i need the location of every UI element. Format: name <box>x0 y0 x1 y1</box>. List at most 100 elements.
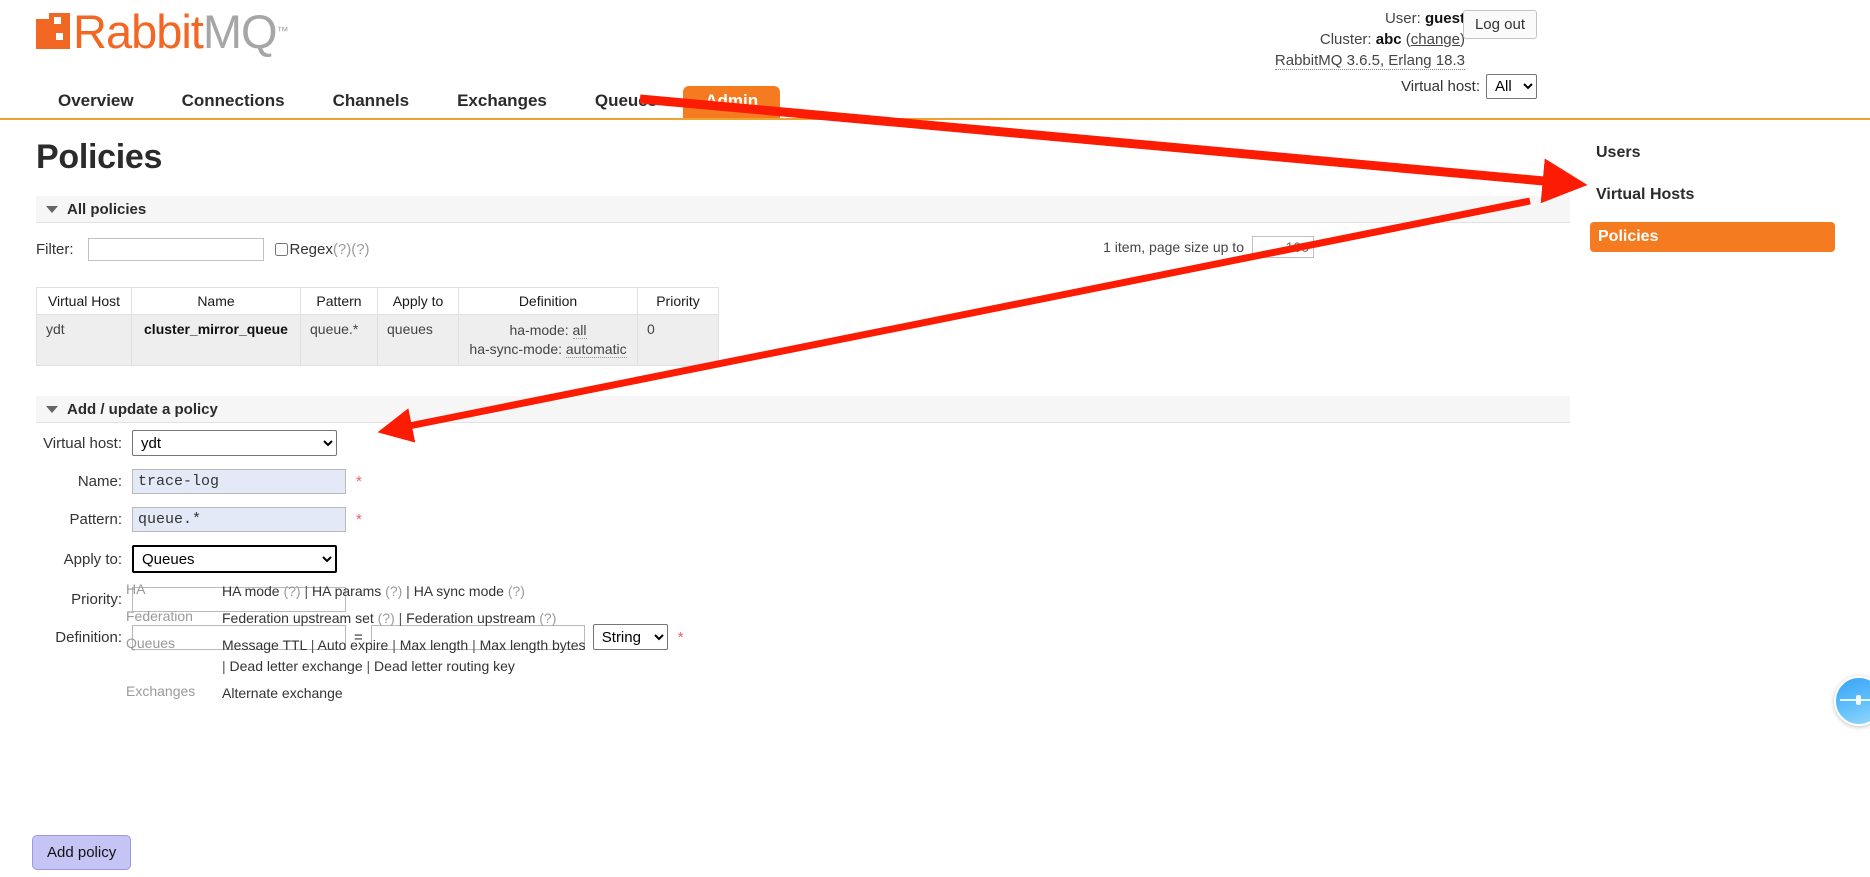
col-virtual-host[interactable]: Virtual Host <box>36 287 132 315</box>
sidebar-item-policies[interactable]: Policies <box>1590 222 1835 252</box>
regex-help-icon-1[interactable]: (?) <box>333 241 351 258</box>
helper-category: Queues <box>126 635 176 651</box>
log-out-button[interactable]: Log out <box>1462 10 1537 39</box>
helper-link[interactable]: Message TTL <box>222 637 307 653</box>
user-name: guest <box>1424 10 1465 27</box>
helper-separator: | <box>362 658 375 674</box>
helper-row-ha: HA HA mode (?) | HA params (?) | HA sync … <box>126 578 585 605</box>
form-name-label: Name: <box>77 472 122 490</box>
cell-priority: 0 <box>637 314 719 366</box>
cell-apply-to: queues <box>377 314 459 366</box>
required-marker-definition: * <box>677 628 684 646</box>
nav-item-connections[interactable]: Connections <box>160 86 307 118</box>
helper-help-icon[interactable]: (?) <box>374 610 395 626</box>
definition-key-2: ha-sync-mode: <box>469 341 562 357</box>
helper-category: Exchanges <box>126 683 196 699</box>
definition-helpers-table: HA HA mode (?) | HA params (?) | HA sync … <box>126 578 585 707</box>
regex-checkbox[interactable] <box>274 243 288 256</box>
nav-item-channels[interactable]: Channels <box>311 86 432 118</box>
helper-link[interactable]: Max length <box>400 637 468 653</box>
helper-separator: | <box>306 637 318 653</box>
helper-help-icon[interactable]: (?) <box>280 583 300 599</box>
policy-pattern-input[interactable] <box>132 506 346 532</box>
form-priority-label: Priority: <box>71 590 122 608</box>
regex-help-icon-2[interactable]: (?) <box>351 241 369 258</box>
add-policy-section-header[interactable]: Add / update a policy <box>36 396 1570 423</box>
helper-link[interactable]: Federation upstream <box>406 610 535 626</box>
user-info-block: User: guest Cluster: abc (change) Rabbit… <box>1274 8 1465 71</box>
regex-label: Regex <box>289 241 333 258</box>
form-applyto-label: Apply to: <box>63 550 122 568</box>
helper-link[interactable]: Auto expire <box>317 637 388 653</box>
nav-item-admin[interactable]: Admin <box>683 86 781 118</box>
nav-item-overview[interactable]: Overview <box>36 86 156 118</box>
policy-name-input[interactable] <box>132 468 346 494</box>
helper-link[interactable]: HA mode <box>222 583 280 599</box>
sidebar-item-users[interactable]: Users <box>1590 138 1835 168</box>
helper-separator: | <box>388 637 400 653</box>
form-row-pattern: Pattern: * <box>36 506 684 532</box>
nav-item-exchanges[interactable]: Exchanges <box>435 86 569 118</box>
all-policies-section-header[interactable]: All policies <box>36 196 1570 223</box>
required-marker-pattern: * <box>356 510 362 528</box>
required-marker-name: * <box>356 472 362 490</box>
cluster-name: abc <box>1375 31 1402 48</box>
helper-help-icon[interactable]: (?) <box>535 610 556 626</box>
add-policy-button[interactable]: Add policy <box>32 835 132 870</box>
page-size-input[interactable] <box>1252 236 1314 258</box>
helper-link[interactable]: HA sync mode <box>414 583 504 599</box>
col-apply-to[interactable]: Apply to <box>377 287 459 315</box>
helper-help-icon[interactable]: (?) <box>381 583 402 599</box>
floating-assistant-widget[interactable] <box>1834 676 1870 726</box>
definition-line-1: ha-mode: all <box>468 321 628 340</box>
rabbitmq-logo-icon <box>36 13 70 49</box>
col-definition[interactable]: Definition <box>458 287 638 315</box>
helper-links: HA mode (?) | HA params (?) | HA sync mo… <box>222 578 585 605</box>
helper-link[interactable]: Dead letter routing key <box>374 658 515 674</box>
col-pattern[interactable]: Pattern <box>300 287 378 315</box>
collapse-triangle-icon[interactable] <box>46 405 58 413</box>
cell-name[interactable]: cluster_mirror_queue <box>131 314 301 366</box>
helper-links: Federation upstream set (?) | Federation… <box>222 605 585 632</box>
form-vhost-select[interactable]: ydt/ <box>132 430 337 456</box>
rabbitmq-logo[interactable]: Rabbit MQ ™ <box>36 4 289 58</box>
col-name[interactable]: Name <box>131 287 301 315</box>
helper-link[interactable]: Dead letter exchange <box>230 658 363 674</box>
filter-input[interactable] <box>87 238 264 261</box>
helper-separator: | <box>402 583 414 599</box>
definition-value-2: automatic <box>565 341 627 358</box>
cluster-line: Cluster: abc (change) <box>1275 29 1465 50</box>
nav-item-queues[interactable]: Queues <box>573 86 679 118</box>
helper-separator: | <box>394 610 407 626</box>
apply-to-select[interactable]: Exchanges and queuesExchangesQueues <box>132 545 337 573</box>
cluster-change-link[interactable]: change <box>1411 31 1460 48</box>
helper-row-federation: Federation Federation upstream set (?) | … <box>126 605 585 632</box>
version-text: RabbitMQ 3.6.5, Erlang 18.3 <box>1274 52 1465 70</box>
logo-text-rabbit: Rabbit <box>73 4 204 58</box>
helper-link[interactable]: Alternate exchange <box>222 685 343 701</box>
policies-table: Virtual Host Name Pattern Apply to Defin… <box>36 287 719 366</box>
form-vhost-label: Virtual host: <box>43 434 122 452</box>
logo-text-mq: MQ <box>202 4 278 58</box>
form-pattern-label: Pattern: <box>69 510 122 528</box>
paging-text: 1 item, page size up to <box>1103 239 1244 255</box>
helper-row-queues: Queues Message TTL | Auto expire | Max le… <box>126 632 585 680</box>
table-header-row: Virtual Host Name Pattern Apply to Defin… <box>36 287 719 315</box>
page-title: Policies <box>36 138 163 176</box>
helper-help-icon[interactable]: (?) <box>504 583 525 599</box>
helper-link[interactable]: HA params <box>312 583 381 599</box>
table-row[interactable]: ydt cluster_mirror_queue queue.* queues … <box>36 314 719 366</box>
helper-category: Federation <box>126 608 193 624</box>
collapse-triangle-icon[interactable] <box>46 205 58 213</box>
sidebar-item-virtual-hosts[interactable]: Virtual Hosts <box>1590 180 1835 210</box>
cell-definition: ha-mode: all ha-sync-mode: automatic <box>458 314 638 366</box>
helper-separator: | <box>222 658 230 674</box>
admin-sidebar: Users Virtual Hosts Policies <box>1590 138 1835 264</box>
filter-label: Filter: <box>36 241 74 258</box>
cell-virtual-host: ydt <box>36 314 132 366</box>
definition-type-select[interactable]: StringNumberBooleanList <box>592 624 668 650</box>
col-priority[interactable]: Priority <box>637 287 719 315</box>
app-root: Rabbit MQ ™ User: guest Cluster: abc (chan… <box>0 0 1870 877</box>
helper-link[interactable]: Max length bytes <box>480 637 586 653</box>
helper-link[interactable]: Federation upstream set <box>222 610 374 626</box>
